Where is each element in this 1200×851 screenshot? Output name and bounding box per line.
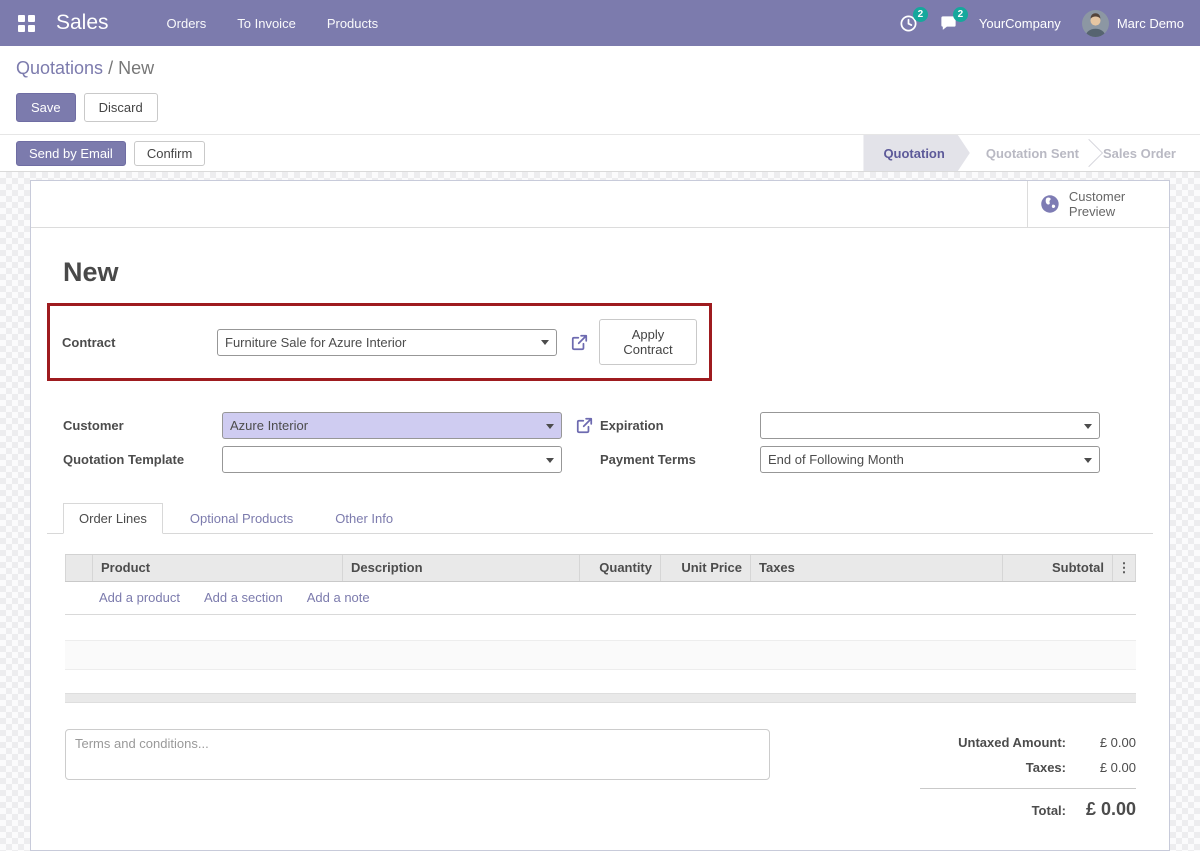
payment-terms-value: End of Following Month — [768, 452, 904, 467]
col-taxes[interactable]: Taxes — [751, 555, 1003, 581]
col-quantity[interactable]: Quantity — [580, 555, 661, 581]
menu-products[interactable]: Products — [327, 16, 378, 31]
apply-contract-button[interactable]: Apply Contract — [599, 319, 697, 365]
add-a-product-link[interactable]: Add a product — [99, 590, 180, 605]
caret-down-icon — [546, 457, 554, 463]
totals-summary: Untaxed Amount: £ 0.00 Taxes: £ 0.00 Tot… — [920, 729, 1136, 830]
company-switcher[interactable]: YourCompany — [979, 16, 1061, 31]
optional-columns-kebab-icon[interactable]: ⋮ — [1113, 555, 1136, 581]
empty-table-row — [65, 615, 1136, 641]
customer-select[interactable]: Azure Interior — [222, 412, 562, 439]
save-button[interactable]: Save — [16, 93, 76, 122]
customer-value: Azure Interior — [230, 418, 309, 433]
total-value: £ 0.00 — [1085, 799, 1136, 819]
status-steps: Quotation Quotation Sent Sales Order — [863, 135, 1200, 171]
add-a-note-link[interactable]: Add a note — [307, 590, 370, 605]
order-lines-table: Product Description Quantity Unit Price … — [65, 554, 1136, 703]
contract-highlight-box: Contract Furniture Sale for Azure Interi… — [47, 303, 712, 381]
messages-icon[interactable]: 2 — [939, 6, 968, 33]
caret-down-icon — [1084, 457, 1092, 463]
notebook-tabs: Order Lines Optional Products Other Info — [47, 503, 1153, 534]
quotation-template-select[interactable] — [222, 446, 562, 473]
customer-preview-label: Customer Preview — [1068, 189, 1126, 219]
contract-select[interactable]: Furniture Sale for Azure Interior — [217, 328, 557, 356]
menu-to-invoice[interactable]: To Invoice — [237, 16, 296, 31]
send-by-email-button[interactable]: Send by Email — [16, 140, 126, 166]
menu-orders[interactable]: Orders — [167, 16, 207, 31]
caret-down-icon — [541, 340, 549, 345]
empty-table-row — [65, 641, 1136, 670]
table-header-row: Product Description Quantity Unit Price … — [65, 554, 1136, 582]
col-subtotal[interactable]: Subtotal — [1003, 555, 1113, 581]
breadcrumb: Quotations / New — [16, 58, 1184, 79]
breadcrumb-separator: / — [103, 58, 119, 78]
contract-label: Contract — [62, 334, 116, 350]
status-step-quotation[interactable]: Quotation — [863, 135, 969, 171]
table-footer-bar — [65, 693, 1136, 703]
handle-column-header — [65, 555, 93, 581]
content-background: Customer Preview New Contract Furniture … — [0, 172, 1200, 851]
terms-and-conditions-input[interactable] — [65, 729, 770, 780]
user-menu[interactable]: Marc Demo — [1117, 16, 1184, 31]
customer-label: Customer — [63, 418, 124, 433]
form-sheet: Customer Preview New Contract Furniture … — [30, 180, 1170, 851]
activity-clock-icon[interactable]: 2 — [899, 6, 928, 33]
statusbar: Send by Email Confirm Quotation Quotatio… — [0, 135, 1200, 172]
tab-other-info[interactable]: Other Info — [320, 504, 408, 533]
total-label: Total: — [1031, 803, 1066, 818]
col-unit-price[interactable]: Unit Price — [661, 555, 751, 581]
empty-table-row — [65, 670, 1136, 693]
untaxed-amount-label: Untaxed Amount: — [958, 735, 1066, 750]
page-title: New — [63, 257, 119, 287]
messages-badge: 2 — [952, 6, 968, 22]
app-name[interactable]: Sales — [56, 11, 109, 35]
tab-order-lines[interactable]: Order Lines — [63, 503, 163, 534]
customer-external-link-icon[interactable] — [575, 416, 594, 435]
discard-button[interactable]: Discard — [83, 93, 158, 122]
confirm-button[interactable]: Confirm — [133, 140, 206, 166]
untaxed-amount-value: £ 0.00 — [1099, 735, 1136, 750]
totals-divider — [920, 788, 1136, 789]
expiration-label: Expiration — [600, 418, 664, 433]
col-description[interactable]: Description — [343, 555, 580, 581]
caret-down-icon — [1084, 423, 1092, 429]
add-a-section-link[interactable]: Add a section — [204, 590, 283, 605]
taxes-label: Taxes: — [1025, 760, 1066, 775]
activity-badge: 2 — [912, 6, 928, 22]
payment-terms-label: Payment Terms — [600, 452, 696, 467]
quotation-template-label: Quotation Template — [63, 452, 185, 467]
button-box: Customer Preview — [31, 181, 1169, 228]
breadcrumb-current: New — [118, 58, 155, 78]
breadcrumb-quotations[interactable]: Quotations — [16, 58, 103, 78]
col-product[interactable]: Product — [93, 555, 343, 581]
main-menu: Orders To Invoice Products — [167, 16, 379, 31]
contract-external-link-icon[interactable] — [570, 333, 589, 352]
expiration-select[interactable] — [760, 412, 1100, 439]
customer-preview-button[interactable]: Customer Preview — [1027, 181, 1169, 227]
tab-optional-products[interactable]: Optional Products — [175, 504, 308, 533]
taxes-value: £ 0.00 — [1099, 760, 1136, 775]
payment-terms-select[interactable]: End of Following Month — [760, 446, 1100, 473]
apps-menu-icon[interactable] — [18, 14, 35, 32]
globe-icon — [1041, 195, 1059, 213]
user-avatar[interactable] — [1081, 9, 1109, 37]
top-navbar: Sales Orders To Invoice Products 2 2 You… — [0, 0, 1200, 46]
control-panel: Quotations / New Save Discard — [0, 46, 1200, 135]
caret-down-icon — [546, 423, 554, 429]
table-add-row: Add a product Add a section Add a note — [65, 582, 1136, 615]
contract-value: Furniture Sale for Azure Interior — [225, 334, 407, 350]
